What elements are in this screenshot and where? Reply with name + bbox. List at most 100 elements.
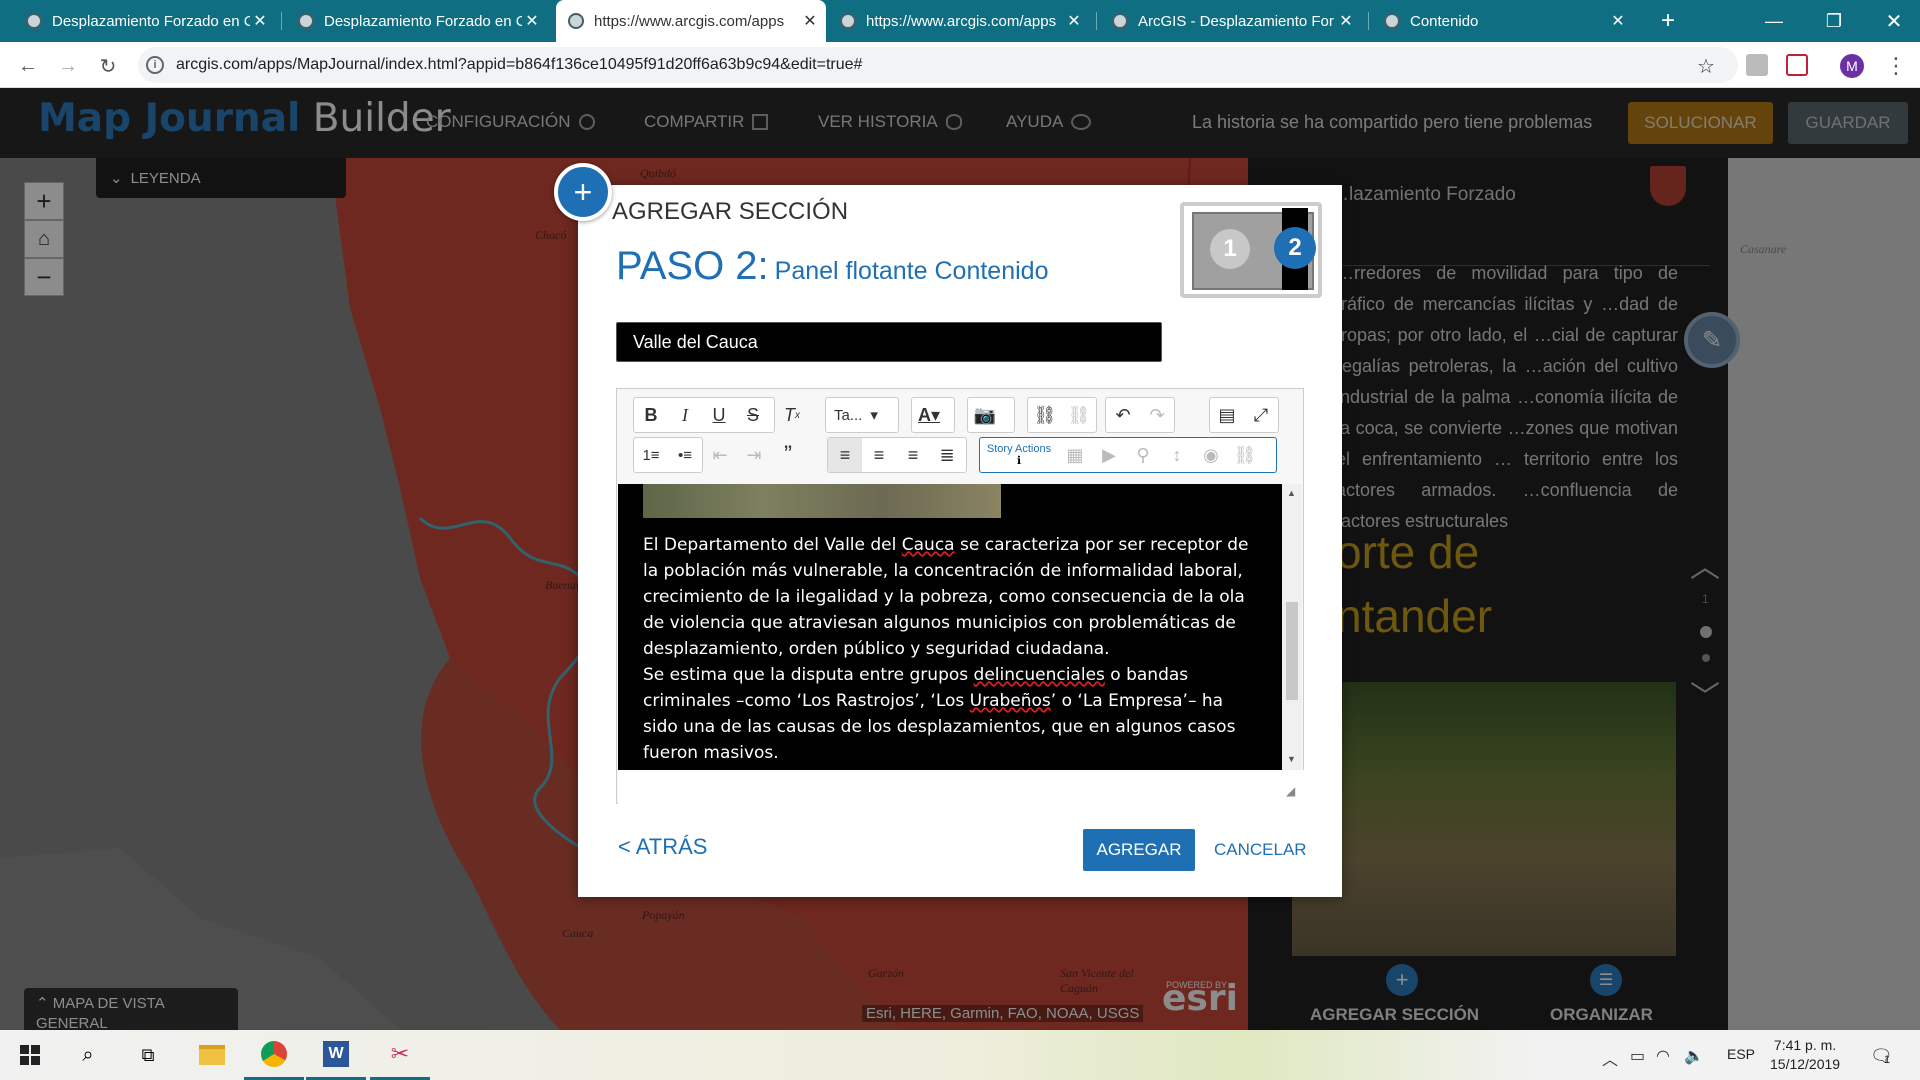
source-icon[interactable]: ▤ <box>1210 398 1244 432</box>
file-explorer-icon[interactable] <box>182 1030 242 1080</box>
step-heading: PASO 2: Panel flotante Contenido <box>616 244 1048 289</box>
misspelled-word: delincuenciales <box>973 665 1105 685</box>
text-run: Se estima que la disputa entre grupos <box>643 665 974 685</box>
unlink-icon[interactable]: ⛓ <box>1062 398 1096 432</box>
volume-icon[interactable]: 🔈 <box>1684 1046 1704 1066</box>
scroll-up-icon[interactable]: ▲ <box>1287 488 1296 498</box>
clear-format-icon[interactable]: Tx <box>775 398 809 432</box>
network-icon[interactable]: ▭ <box>1630 1046 1645 1066</box>
snipping-tool-icon[interactable]: ✂ <box>370 1030 430 1080</box>
close-tab-icon[interactable]: ✕ <box>250 11 270 31</box>
pocket-extension-icon[interactable] <box>1786 54 1808 76</box>
align-right-icon[interactable]: ≡ <box>896 438 930 472</box>
tab-title: https://www.arcgis.com/apps <box>866 12 1057 30</box>
caret-down-icon: ▾ <box>870 407 878 424</box>
align-justify-icon[interactable]: ≣ <box>930 438 964 472</box>
back-button[interactable]: < ATRÁS <box>618 834 707 860</box>
clock-time: 7:41 p. m. <box>1773 1037 1837 1053</box>
forward-arrow-icon[interactable]: → <box>54 52 82 80</box>
browser-tab-6[interactable]: Contenido ✕ <box>1372 0 1634 42</box>
url-field[interactable]: i arcgis.com/apps/MapJournal/index.html?… <box>138 47 1738 83</box>
add-button[interactable]: AGREGAR <box>1083 829 1195 871</box>
word-icon[interactable]: W <box>306 1030 366 1080</box>
globe-icon <box>840 13 856 29</box>
browser-tab-4[interactable]: https://www.arcgis.com/apps ✕ <box>828 0 1090 42</box>
extension-icon[interactable] <box>1746 54 1768 76</box>
resize-handle-icon[interactable]: ◢ <box>1286 784 1295 798</box>
browser-tab-3-active[interactable]: https://www.arcgis.com/apps ✕ <box>556 0 826 42</box>
chrome-icon[interactable] <box>244 1030 304 1080</box>
section-title-input[interactable]: Valle del Cauca <box>616 322 1162 362</box>
tray-expand-icon[interactable]: ︿ <box>1602 1046 1618 1070</box>
text-color-dropdown[interactable]: A▾ <box>911 397 955 433</box>
cancel-button[interactable]: CANCELAR <box>1214 840 1307 860</box>
maximize-icon[interactable]: ⤢ <box>1244 398 1278 432</box>
wifi-icon[interactable]: ◠ <box>1656 1046 1670 1066</box>
browser-menu-icon[interactable]: ⋮ <box>1882 52 1910 80</box>
location-action-icon[interactable]: ⚲ <box>1126 438 1160 472</box>
scrollbar-thumb[interactable] <box>1286 602 1298 700</box>
font-size-label: Ta... <box>834 406 863 424</box>
task-view-icon[interactable]: ⧉ <box>118 1030 178 1080</box>
numbered-list-icon[interactable]: 1≡ <box>634 438 668 472</box>
close-window-icon[interactable]: ✕ <box>1864 0 1920 42</box>
close-tab-icon[interactable]: ✕ <box>1336 11 1356 31</box>
outdent-icon[interactable]: ⇤ <box>703 438 737 472</box>
indent-group: ⇤ ⇥” <box>703 437 811 473</box>
close-tab-icon[interactable]: ✕ <box>800 11 820 31</box>
align-left-icon[interactable]: ≡ <box>828 438 862 472</box>
text-run: El Departamento del Valle del <box>643 535 902 555</box>
close-tab-icon[interactable]: ✕ <box>1608 11 1628 31</box>
media-action-icon[interactable]: ▶ <box>1092 438 1126 472</box>
url-text: arcgis.com/apps/MapJournal/index.html?ap… <box>176 56 863 73</box>
link-icon[interactable]: ⛓ <box>1028 398 1062 432</box>
indent-icon[interactable]: ⇥ <box>737 438 771 472</box>
bulleted-list-icon[interactable]: •≡ <box>668 438 702 472</box>
media-group: 📷 <box>967 397 1015 433</box>
bookmark-star-icon[interactable]: ☆ <box>1692 52 1720 80</box>
clock[interactable]: 7:41 p. m. 15/12/2019 <box>1770 1036 1840 1074</box>
font-size-dropdown[interactable]: Ta... ▾ <box>825 397 899 433</box>
windows-start-icon[interactable] <box>0 1030 60 1080</box>
chrome-logo <box>261 1040 287 1067</box>
word-logo: W <box>323 1040 349 1067</box>
minimize-icon[interactable]: — <box>1744 0 1804 42</box>
italic-icon[interactable]: I <box>668 398 702 432</box>
back-arrow-icon[interactable]: ← <box>14 52 42 80</box>
profile-avatar[interactable]: M <box>1840 54 1864 78</box>
browser-tab-2[interactable]: Desplazamiento Forzado en C ✕ <box>286 0 548 42</box>
globe-icon <box>568 13 584 29</box>
strikethrough-icon[interactable]: S <box>736 398 770 432</box>
reload-icon[interactable]: ↻ <box>94 52 122 80</box>
align-center-icon[interactable]: ≡ <box>862 438 896 472</box>
editor-content-area[interactable]: El Departamento del Valle del Cauca se c… <box>618 484 1282 770</box>
visibility-action-icon[interactable]: ◉ <box>1194 438 1228 472</box>
tab-separator <box>1368 12 1369 30</box>
language-indicator[interactable]: ESP <box>1727 1046 1755 1062</box>
blockquote-icon[interactable]: ” <box>771 438 805 472</box>
step-2-indicator: 2 <box>1274 227 1316 269</box>
browser-tab-bar: Desplazamiento Forzado en C ✕ Desplazami… <box>0 0 1920 42</box>
search-icon[interactable]: ⌕ <box>58 1030 118 1080</box>
unlink-action-icon[interactable]: ⛓ <box>1228 438 1262 472</box>
browser-tab-1[interactable]: Desplazamiento Forzado en C ✕ <box>14 0 276 42</box>
browser-tab-5[interactable]: ArcGIS - Desplazamiento For ✕ <box>1100 0 1362 42</box>
extent-action-icon[interactable]: ↕ <box>1160 438 1194 472</box>
add-section-badge-icon: + <box>554 163 612 221</box>
map-action-icon[interactable]: ▦ <box>1058 438 1092 472</box>
camera-icon[interactable]: 📷 <box>968 398 1002 432</box>
close-tab-icon[interactable]: ✕ <box>522 11 542 31</box>
windows-logo-icon <box>20 1045 40 1065</box>
scroll-down-icon[interactable]: ▼ <box>1287 754 1296 764</box>
undo-icon[interactable]: ↶ <box>1106 398 1140 432</box>
restore-icon[interactable]: ❐ <box>1804 0 1864 42</box>
dialog-title: AGREGAR SECCIÓN <box>612 198 849 225</box>
info-icon[interactable]: i <box>146 56 164 74</box>
globe-icon <box>1384 13 1400 29</box>
close-tab-icon[interactable]: ✕ <box>1064 11 1084 31</box>
redo-icon[interactable]: ↷ <box>1140 398 1174 432</box>
new-tab-icon[interactable]: + <box>1638 0 1698 42</box>
underline-icon[interactable]: U <box>702 398 736 432</box>
editor-scrollbar[interactable]: ▲ ▼ <box>1282 484 1302 770</box>
bold-icon[interactable]: B <box>634 398 668 432</box>
